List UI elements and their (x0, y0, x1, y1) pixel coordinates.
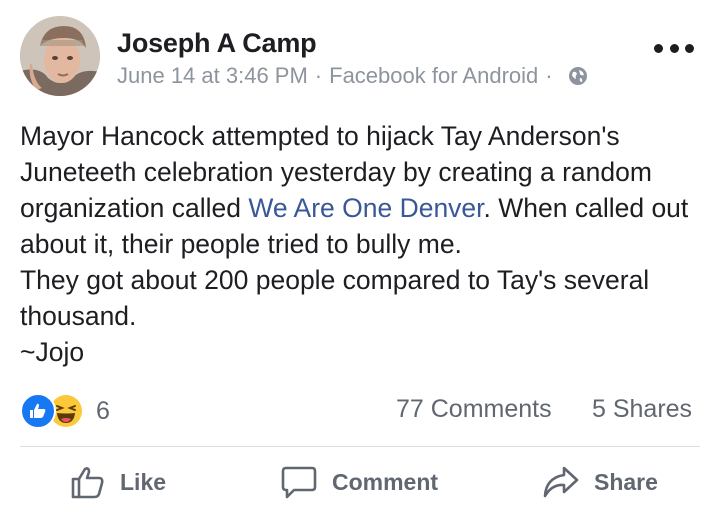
like-button[interactable]: Like (70, 460, 166, 504)
like-reaction-icon (20, 393, 56, 429)
post-signature: ~Jojo (20, 337, 85, 367)
share-label: Share (594, 468, 658, 495)
comment-button[interactable]: Comment (280, 460, 438, 504)
post-meta: June 14 at 3:46 PM · Facebook for Androi… (117, 63, 588, 89)
timestamp[interactable]: June 14 at 3:46 PM (117, 63, 308, 89)
author-name[interactable]: Joseph A Camp (117, 28, 317, 59)
divider (20, 446, 700, 447)
post-header: Joseph A Camp June 14 at 3:46 PM · Faceb… (0, 0, 720, 110)
globe-icon[interactable] (568, 66, 588, 86)
reaction-count: 6 (96, 396, 110, 425)
meta-separator: · (314, 63, 323, 88)
comment-label: Comment (332, 468, 439, 495)
reactions-summary[interactable]: 6 (20, 393, 110, 429)
comments-count[interactable]: 77 Comments (396, 395, 552, 424)
share-button[interactable]: Share (542, 460, 658, 504)
post-paragraph: Mayor Hancock attempted to hijack Tay An… (20, 118, 710, 262)
more-options-icon[interactable] (654, 38, 694, 58)
profile-photo (20, 16, 100, 96)
post-actions: Like Comment Share (0, 456, 720, 508)
post-paragraph: They got about 200 people compared to Ta… (20, 265, 650, 331)
post-body: Mayor Hancock attempted to hijack Tay An… (20, 118, 710, 370)
shares-count[interactable]: 5 Shares (592, 395, 692, 424)
share-icon (543, 466, 579, 498)
comment-icon (281, 466, 317, 499)
post-source: Facebook for Android (329, 63, 539, 88)
thumbs-up-icon (71, 467, 104, 499)
meta-separator: · (545, 63, 553, 88)
like-label: Like (120, 468, 167, 495)
post-stats: 6 77 Comments 5 Shares (0, 388, 720, 432)
avatar[interactable] (20, 16, 100, 96)
we-are-one-denver-link[interactable]: We Are One Denver (248, 193, 483, 223)
